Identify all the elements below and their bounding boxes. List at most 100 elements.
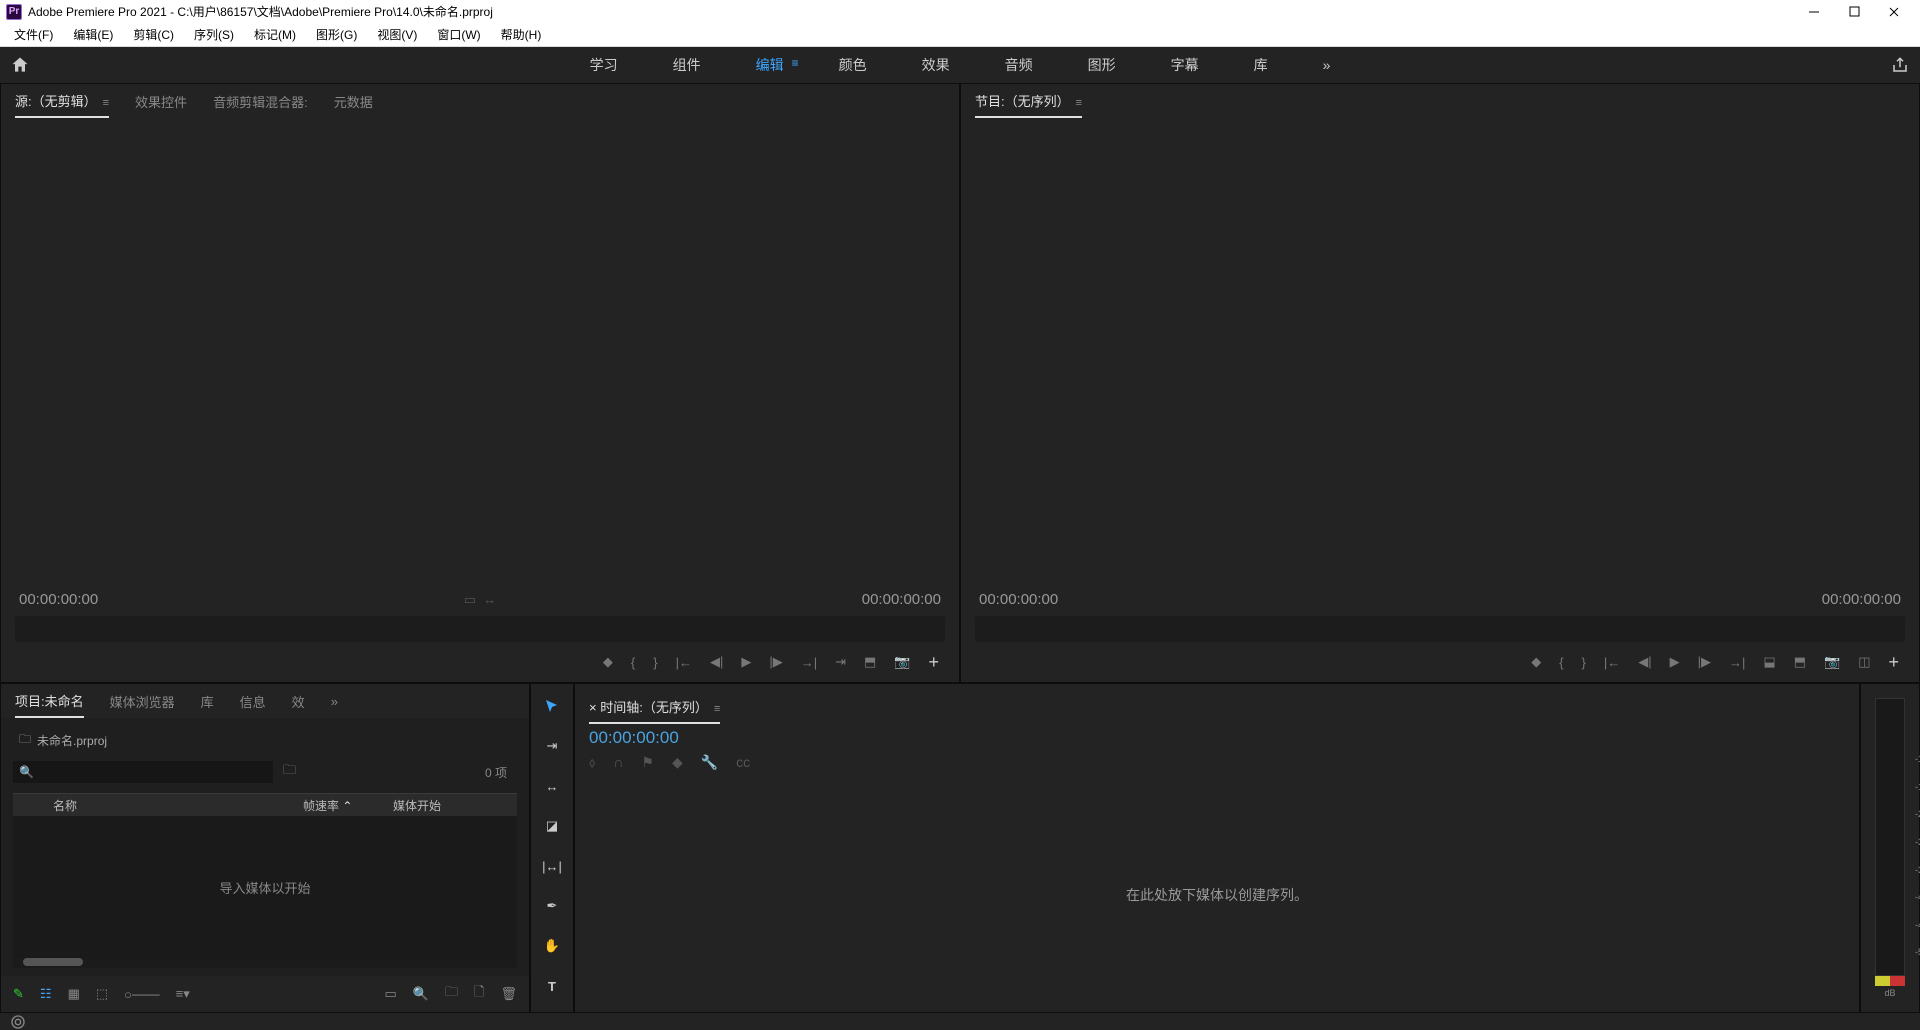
step-back-icon[interactable]: ◀| <box>1638 654 1651 670</box>
lift-icon[interactable]: ⬓ <box>1763 654 1775 670</box>
button-editor-icon[interactable]: + <box>928 652 939 673</box>
ripple-edit-tool-icon[interactable]: ↔ <box>540 774 564 798</box>
menu-clip[interactable]: 剪辑(C) <box>123 23 184 46</box>
workspace-tab-learn[interactable]: 学习 <box>590 55 618 75</box>
menu-edit[interactable]: 编辑(E) <box>63 23 123 46</box>
source-tab-effectcontrols[interactable]: 效果控件 <box>135 86 187 117</box>
minimize-button[interactable] <box>1794 1 1834 23</box>
settings-icon[interactable]: 🔧 <box>701 754 718 771</box>
creative-cloud-icon[interactable] <box>10 1014 26 1030</box>
step-forward-icon[interactable]: |▶ <box>769 654 782 670</box>
extract-icon[interactable]: ⬒ <box>1794 654 1806 670</box>
timeline-drop-area[interactable]: 在此处放下媒体以创建序列。 <box>575 777 1859 1012</box>
timeline-timecode[interactable]: 00:00:00:00 <box>589 728 1845 748</box>
column-framerate[interactable]: 帧速率 ⌃ <box>293 797 383 814</box>
play-icon[interactable]: ▶ <box>1670 654 1680 670</box>
list-view-icon[interactable]: ☷ <box>40 986 52 1002</box>
workspace-tab-graphics[interactable]: 图形 <box>1088 55 1116 75</box>
mark-out-icon[interactable]: } <box>653 655 657 670</box>
filter-bin-icon[interactable]: 🗀 <box>283 761 296 783</box>
source-tab-source[interactable]: 源:（无剪辑）≡ <box>15 85 109 118</box>
column-mediastart[interactable]: 媒体开始 <box>383 797 451 814</box>
menu-window[interactable]: 窗口(W) <box>427 23 490 46</box>
project-tab-overflow[interactable]: » <box>331 688 338 715</box>
menu-file[interactable]: 文件(F) <box>4 23 63 46</box>
project-drop-area[interactable]: 导入媒体以开始 <box>13 817 517 958</box>
mark-out-icon[interactable]: } <box>1582 655 1586 670</box>
project-tab-libraries[interactable]: 库 <box>201 686 214 717</box>
program-scrubber[interactable] <box>975 616 1905 642</box>
workspace-overflow[interactable]: » <box>1323 57 1331 73</box>
source-tab-metadata[interactable]: 元数据 <box>334 86 373 117</box>
zoom-slider[interactable]: ○─── <box>124 987 159 1002</box>
caption-track-icon[interactable]: cc <box>736 754 750 771</box>
project-tab-mediabrowser[interactable]: 媒体浏览器 <box>110 686 175 717</box>
menu-help[interactable]: 帮助(H) <box>491 23 552 46</box>
comparison-view-icon[interactable]: ◫ <box>1858 654 1870 670</box>
go-to-in-icon[interactable]: |← <box>1604 655 1620 670</box>
automate-to-sequence-icon[interactable]: ▭ <box>385 986 397 1002</box>
sort-icon[interactable]: ≡▾ <box>176 986 190 1002</box>
insert-icon[interactable]: ⇥ <box>835 654 846 670</box>
program-tab[interactable]: 节目:（无序列）≡ <box>975 85 1082 118</box>
new-item-icon[interactable]: 🗋 <box>474 983 484 1005</box>
mark-in-icon[interactable]: { <box>1559 655 1563 670</box>
project-tab-project[interactable]: 项目:未命名 <box>15 685 84 718</box>
play-icon[interactable]: ▶ <box>741 654 751 670</box>
source-timecode-out[interactable]: 00:00:00:00 <box>862 591 941 608</box>
find-icon[interactable]: 🔍 <box>413 986 429 1002</box>
go-to-in-icon[interactable]: |← <box>676 655 692 670</box>
go-to-out-icon[interactable]: →| <box>801 655 817 670</box>
overwrite-icon[interactable]: ⬒ <box>864 654 876 670</box>
delete-icon[interactable]: 🗑 <box>500 986 517 1002</box>
add-marker-icon[interactable]: ◆ <box>603 654 613 670</box>
close-button[interactable] <box>1874 1 1914 23</box>
go-to-out-icon[interactable]: →| <box>1729 655 1745 670</box>
menu-view[interactable]: 视图(V) <box>367 23 427 46</box>
project-hscroll[interactable] <box>13 958 517 968</box>
icon-view-icon[interactable]: ▦ <box>68 986 80 1002</box>
menu-marker[interactable]: 标记(M) <box>244 23 306 46</box>
menu-sequence[interactable]: 序列(S) <box>184 23 244 46</box>
step-back-icon[interactable]: ◀| <box>710 654 723 670</box>
program-timecode-in[interactable]: 00:00:00:00 <box>979 591 1058 608</box>
export-share-button[interactable] <box>1880 56 1920 74</box>
fit-icon[interactable]: ▭ <box>464 592 476 607</box>
linked-selection-icon[interactable]: ∩ <box>613 754 623 771</box>
workspace-tab-effects[interactable]: 效果 <box>922 55 950 75</box>
timeline-tab[interactable]: × 时间轴:（无序列）≡ <box>589 691 720 724</box>
new-bin-icon[interactable]: 🗀 <box>445 983 458 1005</box>
workspace-tab-editing[interactable]: 编辑 <box>756 55 784 75</box>
workspace-tab-assembly[interactable]: 组件 <box>673 55 701 75</box>
program-timecode-out[interactable]: 00:00:00:00 <box>1822 591 1901 608</box>
project-tab-effects[interactable]: 效 <box>292 686 305 717</box>
hand-tool-icon[interactable]: ✋ <box>540 934 564 958</box>
freeform-view-icon[interactable]: ⬚ <box>96 986 108 1002</box>
marker-icon[interactable]: ◆ <box>672 754 683 771</box>
slip-tool-icon[interactable]: |↔| <box>540 854 564 878</box>
add-marker-icon[interactable]: ◆ <box>1531 654 1541 670</box>
home-button[interactable] <box>0 55 40 75</box>
track-select-tool-icon[interactable]: ⇥ <box>540 734 564 758</box>
workspace-tab-captions[interactable]: 字幕 <box>1171 55 1199 75</box>
maximize-button[interactable] <box>1834 1 1874 23</box>
export-frame-icon[interactable]: 📷 <box>1824 654 1840 670</box>
source-timecode-in[interactable]: 00:00:00:00 <box>19 591 98 608</box>
pen-tool-icon[interactable]: ✒ <box>540 894 564 918</box>
audio-meter[interactable]: 0 -6 -12 -18 -24 -30 -36 -42 -48 -54 <box>1875 698 1905 976</box>
menu-graphics[interactable]: 图形(G) <box>306 23 367 46</box>
mark-in-icon[interactable]: { <box>631 655 635 670</box>
export-frame-icon[interactable]: 📷 <box>894 654 910 670</box>
write-toggle-icon[interactable]: ✎ <box>13 986 24 1002</box>
step-forward-icon[interactable]: |▶ <box>1698 654 1711 670</box>
snap-icon[interactable]: ⬨ <box>589 754 595 771</box>
column-name[interactable]: 名称 <box>43 797 293 814</box>
add-marker-icon[interactable]: ⚑ <box>641 754 654 771</box>
project-tab-info[interactable]: 信息 <box>240 686 266 717</box>
zoom-icon[interactable]: ↔ <box>483 592 496 607</box>
workspace-tab-audio[interactable]: 音频 <box>1005 55 1033 75</box>
source-scrubber[interactable] <box>15 616 945 642</box>
button-editor-icon[interactable]: + <box>1888 652 1899 673</box>
workspace-tab-color[interactable]: 颜色 <box>839 55 867 75</box>
selection-tool-icon[interactable] <box>540 694 564 718</box>
